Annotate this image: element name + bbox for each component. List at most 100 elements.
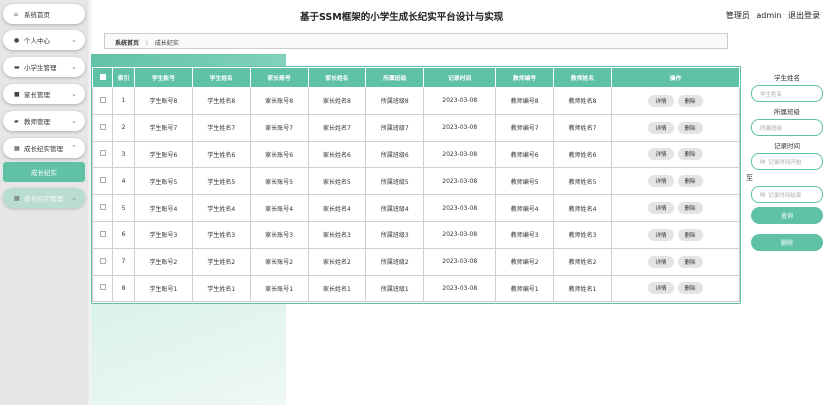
sidebar-item-students[interactable]: ▬ 小学生管理 ⌄ [3,57,85,77]
detail-button[interactable]: 详情 [648,175,674,188]
detail-button[interactable]: 详情 [648,202,674,215]
detail-button[interactable]: 详情 [648,94,674,107]
row-checkbox[interactable] [99,230,106,237]
table-cell: 所属班级1 [365,274,425,303]
table-cell: 教师编号2 [495,247,555,276]
breadcrumb-home[interactable]: 系统首页 [115,40,139,47]
actions-cell: 详情 删除 [611,194,740,222]
sidebar: ⌂ 系统首页 ● 个人中心 ⌄ ▬ 小学生管理 ⌄ ■ 家长管理 ⌄ ▰ 教师管… [0,0,88,405]
table-cell: 所属班级2 [365,247,425,276]
row-checkbox[interactable] [99,177,106,184]
table-cell: 所属班级6 [365,140,425,169]
row-checkbox[interactable] [99,204,106,211]
row-select-cell[interactable] [92,247,113,276]
sidebar-item-teachers[interactable]: ▰ 教师管理 ⌄ [3,111,85,131]
detail-button[interactable]: 详情 [648,148,674,161]
sidebar-item-profile[interactable]: ● 个人中心 ⌄ [3,30,85,50]
chevron-down-icon: ⌄ [71,117,77,125]
logout-link[interactable]: 退出登录 [788,11,820,20]
delete-button[interactable]: 删除 [677,228,703,241]
sidebar-item-parents[interactable]: ■ 家长管理 ⌄ [3,84,85,104]
delete-button[interactable]: 删除 [677,202,703,215]
student-name-input[interactable]: 学生姓名 [751,85,823,102]
sidebar-item-growth-records-management-2[interactable]: ▦ 成长纪实管理 ⌄ [3,188,85,208]
row-checkbox[interactable] [99,150,106,157]
row-select-cell[interactable] [92,274,113,303]
table-cell: 教师姓名6 [553,140,612,169]
delete-button[interactable]: 删除 [677,121,703,134]
row-checkbox[interactable] [99,123,106,130]
row-select-cell[interactable] [92,87,113,115]
row-checkbox[interactable] [99,284,106,291]
username: admin [756,11,782,20]
app-title: 基于SSM框架的小学生成长纪实平台设计与实现 [300,12,504,23]
user-icon: ● [14,36,20,44]
table-cell: 家长账号5 [249,167,309,196]
table-header-row: 索引 学生账号 学生姓名 家长账号 家长姓名 所属班级 记录时间 教师编号 教师… [92,67,740,88]
actions-cell: 详情 删除 [611,167,740,196]
delete-button[interactable]: 删除 [677,94,703,107]
select-all-checkbox[interactable] [99,73,106,80]
table-cell: 家长姓名5 [307,167,367,196]
table-cell: 教师姓名3 [553,220,612,249]
detail-button[interactable]: 详情 [648,121,674,134]
table-cell: 7 [112,247,135,276]
table-cell: 学生账号7 [134,113,193,142]
teacher-icon: ▰ [14,117,19,125]
table-cell: 8 [112,274,135,303]
table-cell: 家长姓名8 [307,87,367,115]
detail-button[interactable]: 详情 [648,282,674,295]
col-header: 记录时间 [423,67,497,88]
row-select-cell[interactable] [92,140,113,169]
table-cell: 教师编号3 [495,220,555,249]
search-button[interactable]: 查询 [751,207,823,224]
table-cell: 教师编号1 [495,274,555,303]
start-date-input[interactable]: ▤ 记录时间开始 [751,153,823,170]
table-cell: 家长姓名4 [307,194,367,222]
delete-button[interactable]: 删除 [677,255,703,268]
class-input[interactable]: 所属班级 [751,119,823,136]
batch-delete-button[interactable]: 删除 [751,234,823,251]
table-row: 3 学生账号6 学生姓名6 家长账号6 家长姓名6 所属班级6 2023-03-08 教师编号… [92,140,740,169]
delete-button[interactable]: 删除 [677,175,703,188]
row-checkbox[interactable] [99,257,106,264]
end-date-input[interactable]: ▤ 记录时间结束 [751,186,823,203]
user-role: 管理员 [725,11,750,20]
row-select-cell[interactable] [92,194,113,222]
table-cell: 2023-03-08 [423,220,497,249]
end-date-placeholder: 记录时间结束 [768,192,802,199]
calendar-icon: ▤ [760,158,766,165]
chevron-down-icon: ⌄ [71,194,77,202]
table-cell: 学生姓名2 [191,247,251,276]
col-header: 索引 [112,67,135,88]
detail-button[interactable]: 详情 [648,255,674,268]
select-all-cell[interactable] [92,67,113,88]
table-row: 4 学生账号5 学生姓名5 家长账号5 家长姓名5 所属班级5 2023-03-08 教师编号… [92,167,740,196]
student-name-label: 学生姓名 [774,74,800,82]
table-cell: 家长姓名7 [307,113,367,142]
delete-button[interactable]: 删除 [677,148,703,161]
row-select-cell[interactable] [92,113,113,142]
sidebar-item-growth-records-management[interactable]: ▦ 成长纪实管理 ⌃ [3,138,85,158]
records-table: 索引 学生账号 学生姓名 家长账号 家长姓名 所属班级 记录时间 教师编号 教师… [92,67,740,303]
breadcrumb-current: 成长纪实 [154,40,179,47]
table-cell: 家长账号2 [249,247,309,276]
table-cell: 学生账号8 [134,87,193,115]
actions-cell: 详情 删除 [611,113,740,142]
breadcrumb-separator: ⋮ [143,40,150,47]
sidebar-item-home[interactable]: ⌂ 系统首页 [3,4,85,24]
row-select-cell[interactable] [92,220,113,249]
table-row: 1 学生账号8 学生姓名8 家长账号8 家长姓名8 所属班级8 2023-03-08 教师编号… [92,87,740,115]
table-cell: 学生姓名7 [191,113,251,142]
table-row: 5 学生账号4 学生姓名4 家长账号4 家长姓名4 所属班级4 2023-03-08 教师编号… [92,194,740,222]
table-cell: 家长账号3 [249,220,309,249]
records-table-container: 索引 学生账号 学生姓名 家长账号 家长姓名 所属班级 记录时间 教师编号 教师… [91,66,741,304]
sidebar-item-label: 系统首页 [24,11,50,19]
sidebar-subitem-growth-records[interactable]: 成长纪实 [3,162,85,182]
row-checkbox[interactable] [99,96,106,103]
row-select-cell[interactable] [92,167,113,196]
detail-button[interactable]: 详情 [648,228,674,241]
table-cell: 2023-03-08 [423,167,497,196]
delete-button[interactable]: 删除 [677,282,703,295]
sidebar-item-label: 成长纪实管理 [24,145,63,153]
